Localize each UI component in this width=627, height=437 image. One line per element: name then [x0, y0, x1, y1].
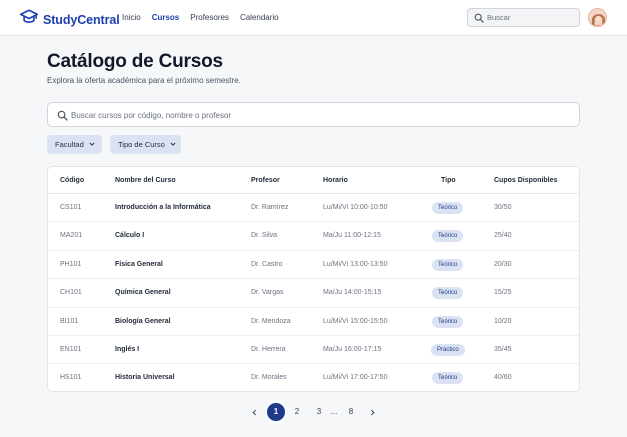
course-name: Historia Universal: [115, 374, 175, 382]
course-schedule: Ma/Ju 14:00-15:15: [323, 289, 382, 297]
course-search: [47, 102, 580, 127]
course-professor: Dr. Morales: [251, 374, 287, 382]
course-code: BI101: [60, 317, 79, 325]
nav-link-profesores[interactable]: Profesores: [190, 13, 229, 22]
course-name: Introducción a la Informática: [115, 204, 211, 211]
course-name: Química General: [115, 289, 171, 297]
course-schedule: Ma/Ju 11:00-12:15: [323, 232, 381, 240]
page-subtitle: Explora la oferta académica para el próx…: [47, 76, 241, 85]
table-row[interactable]: MA201 Cálculo I Dr. Silva Ma/Ju 11:00-12…: [48, 222, 579, 251]
course-type-badge: Práctico: [431, 344, 465, 356]
course-type-badge: Teórico: [432, 372, 464, 385]
filter-label: Tipo de Curso: [118, 140, 165, 149]
course-professor: Dr. Herrera: [251, 346, 286, 353]
header-search-input[interactable]: [487, 11, 575, 24]
course-schedule: Ma/Ju 16:00-17:15: [323, 346, 382, 353]
chevron-down-icon: [84, 140, 95, 149]
column-header-type[interactable]: Tipo: [441, 177, 456, 184]
column-header-seats[interactable]: Cupos Disponibles: [494, 177, 557, 184]
table-row[interactable]: EN101 Inglés I Dr. Herrera Ma/Ju 16:00-1…: [48, 336, 579, 365]
course-schedule: Lu/Mi/Vi 13:00-13:50: [323, 260, 388, 268]
course-schedule: Lu/Mi/Vi 17:00-17:50: [323, 374, 388, 382]
course-search-input[interactable]: [71, 108, 571, 122]
chevron-down-icon: [165, 140, 176, 149]
course-professor: Dr. Ramírez: [251, 204, 289, 211]
course-code: EN101: [60, 346, 82, 353]
course-professor: Dr. Vargas: [251, 289, 284, 297]
course-type-badge: Teórico: [432, 258, 464, 271]
course-schedule: Lu/Mi/Vi 10:00-10:50: [323, 204, 388, 211]
courses-table: Código Nombre del Curso Profesor Horario…: [47, 166, 580, 392]
course-type-badge: Teórico: [432, 287, 464, 300]
course-seats: 40/60: [494, 374, 512, 382]
course-code: MA201: [60, 232, 83, 240]
main-nav: Inicio Cursos Profesores Calendario: [122, 13, 290, 22]
course-type-badge: Teórico: [432, 315, 464, 328]
course-code: HS101: [60, 374, 82, 382]
pagination: 1 2 3 ... 8: [0, 403, 627, 421]
course-code: CH101: [60, 289, 82, 297]
column-header-name[interactable]: Nombre del Curso: [115, 177, 176, 184]
table-row[interactable]: BI101 Biología General Dr. Mendoza Lu/Mi…: [48, 308, 579, 336]
course-name: Biología General: [115, 317, 171, 325]
course-type-filter-dropdown[interactable]: Tipo de Curso: [110, 135, 181, 154]
nav-link-cursos[interactable]: Cursos: [152, 13, 180, 22]
nav-link-calendario[interactable]: Calendario: [240, 13, 279, 22]
top-navigation-bar: StudyCentral Inicio Cursos Profesores Ca…: [0, 0, 627, 36]
graduation-cap-icon: [19, 9, 39, 30]
course-name: Inglés I: [115, 346, 140, 353]
course-type-badge: Teórico: [432, 230, 464, 243]
course-professor: Dr. Mendoza: [251, 317, 291, 325]
prev-page-button[interactable]: [245, 403, 263, 421]
course-code: PH101: [60, 260, 82, 268]
table-row[interactable]: CH101 Química General Dr. Vargas Ma/Ju 1…: [48, 279, 579, 308]
column-header-code[interactable]: Código: [60, 177, 84, 184]
course-professor: Dr. Silva: [251, 232, 278, 240]
course-schedule: Lu/Mi/Vi 15:00-15:50: [323, 317, 388, 325]
table-header: Código Nombre del Curso Profesor Horario…: [48, 167, 579, 194]
filter-label: Facultad: [55, 140, 84, 149]
table-row[interactable]: CS101 Introducción a la Informática Dr. …: [48, 194, 579, 223]
chevron-left-icon: [251, 409, 258, 418]
nav-link-inicio[interactable]: Inicio: [122, 13, 141, 22]
table-row[interactable]: PH101 Física General Dr. Castro Lu/Mi/Vi…: [48, 251, 579, 280]
chevron-right-icon: [369, 409, 376, 418]
brand-logo[interactable]: StudyCentral: [19, 9, 120, 30]
course-seats: 10/20: [494, 317, 512, 325]
course-seats: 15/25: [494, 289, 512, 297]
page-button-1[interactable]: 1: [267, 403, 285, 421]
course-seats: 30/50: [494, 204, 512, 211]
course-seats: 35/45: [494, 346, 512, 353]
column-header-schedule[interactable]: Horario: [323, 177, 348, 184]
header-search: [467, 8, 580, 27]
course-professor: Dr. Castro: [251, 260, 283, 268]
course-seats: 25/40: [494, 232, 512, 240]
next-page-button[interactable]: [363, 403, 381, 421]
faculty-filter-dropdown[interactable]: Facultad: [47, 135, 102, 154]
course-code: CS101: [60, 204, 82, 211]
pagination-ellipsis: ...: [330, 407, 338, 416]
course-type-badge: Teórico: [432, 202, 464, 214]
page-button-8[interactable]: 8: [342, 403, 360, 421]
table-row[interactable]: HS101 Historia Universal Dr. Morales Lu/…: [48, 364, 579, 391]
column-header-professor[interactable]: Profesor: [251, 177, 280, 184]
user-avatar[interactable]: [588, 8, 607, 27]
page-button-2[interactable]: 2: [288, 403, 306, 421]
page-title: Catálogo de Cursos: [47, 51, 223, 72]
brand-name: StudyCentral: [43, 12, 120, 27]
course-name: Cálculo I: [115, 232, 145, 240]
course-name: Física General: [115, 260, 163, 268]
course-seats: 20/30: [494, 260, 512, 268]
